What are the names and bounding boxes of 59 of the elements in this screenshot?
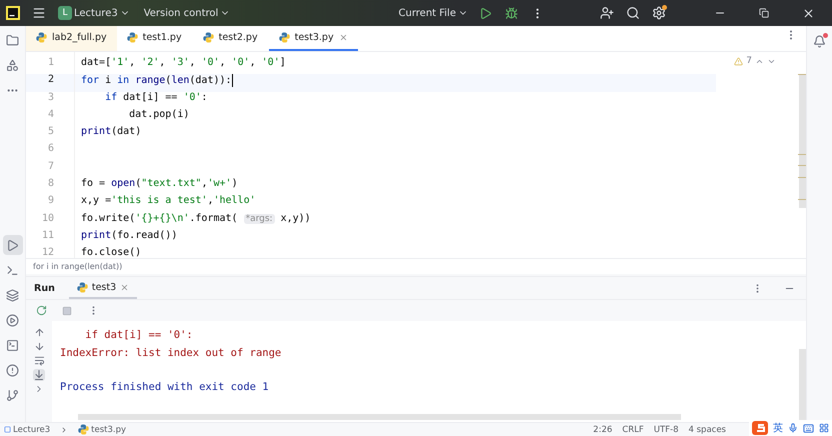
scroll-to-end-icon[interactable] xyxy=(33,369,45,381)
breadcrumb[interactable]: for i in range(len(dat)) xyxy=(33,262,122,271)
editor-tab[interactable]: lab2_full.py xyxy=(26,26,117,51)
console-line: if dat[i] == '0': xyxy=(84,328,194,343)
line-number: 11 xyxy=(40,230,55,243)
version-control-menu[interactable]: Version control xyxy=(144,8,230,18)
panel-title: Run xyxy=(34,282,55,296)
python-file-icon xyxy=(278,32,290,43)
python-file-icon xyxy=(202,32,214,43)
python-file-icon xyxy=(78,424,90,435)
line-number: 3 xyxy=(46,92,55,105)
keyboard-icon[interactable] xyxy=(803,422,814,434)
line-number: 8 xyxy=(46,178,55,192)
file-encoding[interactable]: UTF-8 xyxy=(654,424,679,434)
search-icon[interactable] xyxy=(624,4,642,22)
line-number: 2 xyxy=(26,74,74,92)
add-user-icon[interactable] xyxy=(598,4,616,22)
code-line: print(fo.read()) xyxy=(80,230,178,243)
line-number: 4 xyxy=(46,108,55,122)
line-number: 5 xyxy=(46,126,55,140)
up-arrow-icon[interactable] xyxy=(34,327,44,338)
scrollbar xyxy=(799,349,806,420)
python-file-icon xyxy=(126,32,138,43)
down-arrow-icon[interactable] xyxy=(34,341,44,352)
python-file-icon xyxy=(36,32,47,43)
code-line: x,y ='this is a test','hello' xyxy=(80,195,257,208)
line-number: 6 xyxy=(46,143,55,156)
code-line: dat.pop(i) xyxy=(128,108,190,122)
code-line: if dat[i] == '0': xyxy=(104,92,208,105)
microphone-icon[interactable] xyxy=(788,423,798,433)
cursor-position[interactable]: 2:26 xyxy=(593,424,612,434)
run-icon[interactable] xyxy=(2,235,22,255)
line-number: 7 xyxy=(46,160,55,174)
warning-count: 7 xyxy=(746,56,752,66)
python-file-icon xyxy=(76,282,88,292)
run-tab[interactable]: test3 xyxy=(68,277,138,299)
settings-icon[interactable] xyxy=(650,4,668,22)
file-breadcrumb[interactable]: test3.py xyxy=(78,424,126,435)
ime-language[interactable]: 英 xyxy=(773,421,783,435)
code-line: fo.close() xyxy=(80,247,142,260)
line-number: 12 xyxy=(40,247,55,260)
code-line: fo.write('{}+{}\n'.format( *args: x,y)) xyxy=(80,212,312,226)
project-selector[interactable]: L Lecture3 xyxy=(58,6,130,20)
indent-setting[interactable]: 4 spaces xyxy=(688,424,726,434)
run-configuration-selector[interactable]: Current File xyxy=(398,8,468,18)
module-icon xyxy=(4,426,11,433)
grid-icon[interactable] xyxy=(819,423,829,433)
soft-wrap-icon[interactable] xyxy=(34,355,44,366)
line-number: 10 xyxy=(40,212,55,226)
line-separator[interactable]: CRLF xyxy=(622,424,644,434)
project-breadcrumb[interactable]: Lecture3 xyxy=(4,424,50,434)
line-number: 9 xyxy=(46,195,55,208)
code-line: fo = open("text.txt",'w+') xyxy=(80,178,239,192)
console-line: IndexError: list index out of range xyxy=(60,346,282,360)
console-line: Process finished with exit code 1 xyxy=(60,380,270,395)
line-number: 1 xyxy=(46,57,55,70)
code-line: print(dat) xyxy=(80,126,142,140)
app-logo-icon xyxy=(6,6,20,20)
code-line: dat=['1', '2', '3', '0', '0', '0'] xyxy=(80,57,287,70)
